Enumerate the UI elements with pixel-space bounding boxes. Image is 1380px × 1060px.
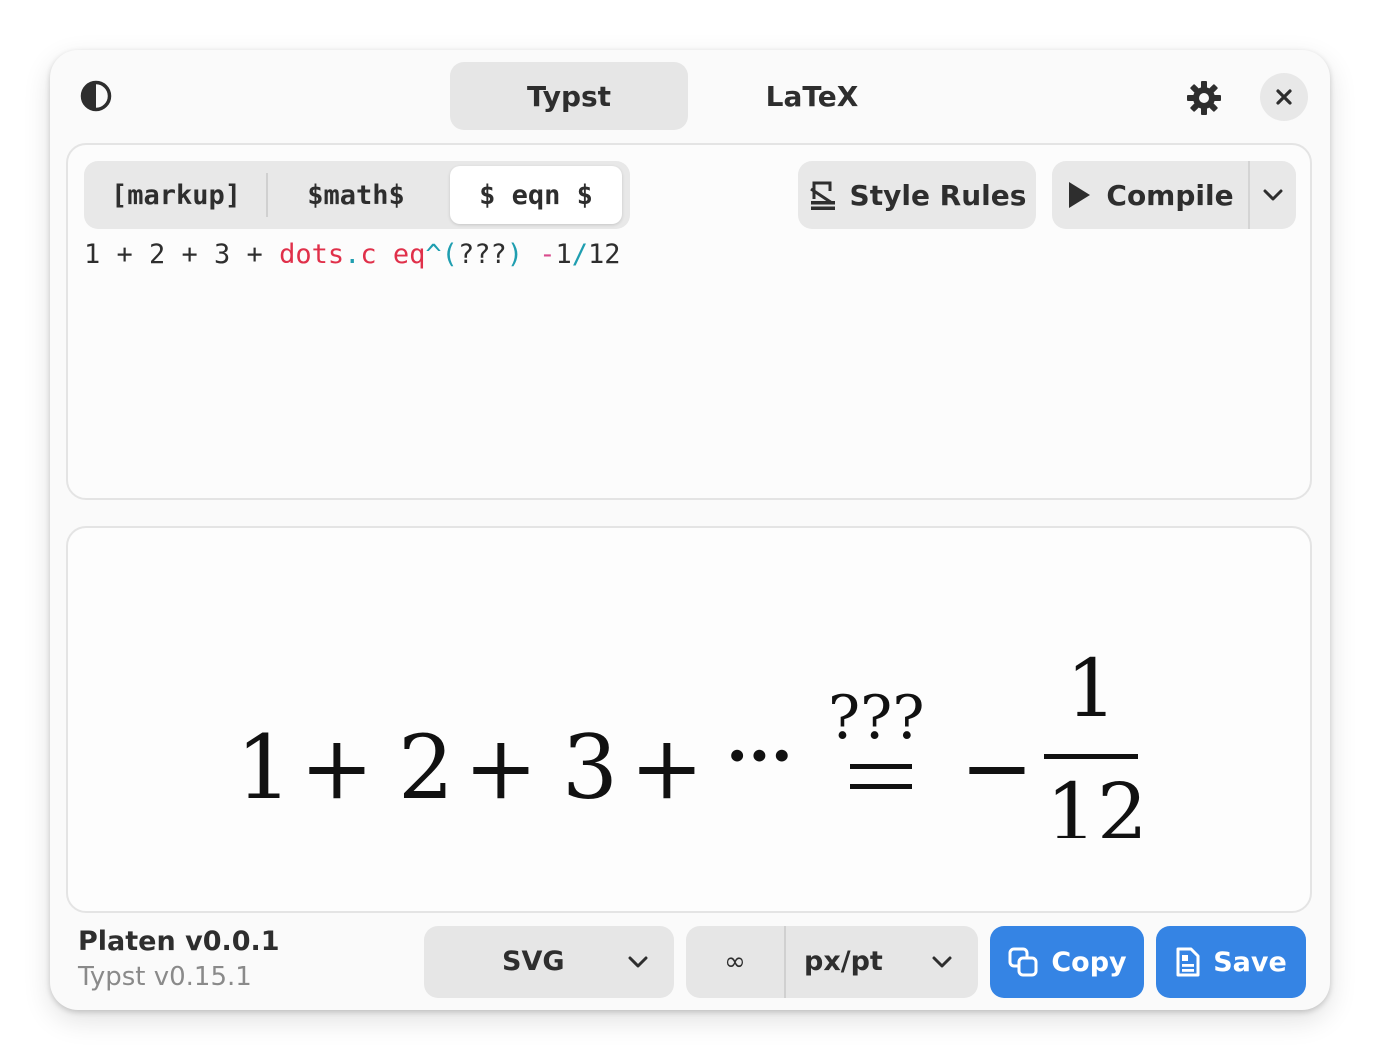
copy-label: Copy (1051, 946, 1127, 978)
chevron-down-icon (628, 956, 648, 968)
code-editor[interactable]: 1 + 2 + 3 + dots.c eq^(???) -1/12 (84, 239, 621, 270)
code-token: c (360, 239, 377, 270)
compile-label: Compile (1106, 178, 1234, 212)
scale-input[interactable]: ∞ (686, 926, 784, 998)
math-term: + (630, 716, 704, 819)
math-term: + (464, 716, 538, 819)
math-term: 1 (236, 716, 292, 819)
format-value: SVG (502, 946, 565, 977)
code-token: 12 (588, 239, 621, 270)
close-icon (1276, 89, 1292, 105)
save-label: Save (1213, 946, 1287, 978)
tab-latex[interactable]: LaTeX (693, 62, 931, 130)
mode-eqn-label: $ eqn $ (479, 179, 593, 211)
rendered-equation: 1 + 2 + 3 + ··· ??? − 1 12 (236, 642, 1148, 838)
scale-value: ∞ (724, 947, 746, 977)
copy-button[interactable]: Copy (990, 926, 1144, 998)
code-token: 1 (555, 239, 572, 270)
style-rules-icon (809, 181, 835, 210)
code-token: eq (392, 239, 426, 270)
math-term: 3 (562, 716, 618, 819)
document-save-icon (1176, 947, 1200, 977)
math-denominator: 12 (1046, 766, 1148, 838)
unit-value: px/pt (804, 946, 883, 977)
code-token: dots (279, 239, 345, 270)
scale-control: ∞ px/pt (686, 926, 978, 998)
style-rules-label: Style Rules (849, 178, 1027, 212)
math-minus: − (960, 716, 1034, 819)
theme-toggle-button[interactable] (76, 76, 116, 116)
compile-split-button: Compile (1052, 161, 1296, 229)
code-token: 1 + 2 + 3 + (84, 239, 280, 270)
math-eq-annotation: ??? (828, 683, 925, 753)
style-rules-button[interactable]: Style Rules (798, 161, 1036, 229)
tab-typst[interactable]: Typst (450, 62, 688, 130)
equals-sign-bottom (850, 784, 912, 789)
fraction-bar (1044, 754, 1138, 759)
math-numerator: 1 (1066, 642, 1117, 735)
mode-markup-label: [markup] (110, 179, 242, 211)
preview-panel: 1 + 2 + 3 + ··· ??? − 1 12 (66, 526, 1312, 913)
gear-icon (1187, 81, 1221, 115)
math-term: + (300, 716, 374, 819)
play-icon (1069, 182, 1091, 208)
chevron-down-icon (1263, 189, 1283, 201)
code-token: ??? (457, 239, 507, 270)
copy-icon (1008, 947, 1038, 977)
math-term: 2 (398, 716, 454, 819)
settings-button[interactable] (1182, 76, 1226, 120)
scale-separator (784, 926, 786, 998)
engine-version: Typst v0.15.1 (78, 962, 252, 992)
mode-switcher: [markup] $math$ $ eqn $ (84, 161, 630, 229)
editor-panel: [markup] $math$ $ eqn $ Style Rules Comp… (66, 143, 1312, 500)
chevron-down-icon (932, 956, 952, 968)
close-button[interactable] (1260, 73, 1308, 121)
mode-markup-button[interactable]: [markup] (84, 161, 268, 229)
math-term: ··· (726, 719, 793, 794)
code-token: . (344, 239, 361, 270)
app-name: Platen v0.0.1 (78, 926, 280, 957)
format-select[interactable]: SVG (424, 926, 674, 998)
code-token: - (539, 239, 556, 270)
compile-options-button[interactable] (1250, 161, 1296, 229)
compile-button[interactable]: Compile (1052, 161, 1248, 229)
contrast-icon (80, 80, 112, 112)
app-window: Typst LaTeX [markup] $math$ $ eqn $ Styl… (50, 50, 1330, 1010)
equals-sign-top (850, 764, 912, 769)
save-button[interactable]: Save (1156, 926, 1306, 998)
tab-latex-label: LaTeX (765, 79, 859, 113)
code-token: ^( (425, 239, 458, 270)
mode-math-label: $math$ (307, 179, 405, 211)
code-token: ) (506, 239, 523, 270)
code-token: / (571, 239, 589, 270)
mode-math-button[interactable]: $math$ (268, 161, 444, 229)
mode-eqn-button[interactable]: $ eqn $ (450, 166, 622, 224)
tab-typst-label: Typst (526, 79, 612, 113)
